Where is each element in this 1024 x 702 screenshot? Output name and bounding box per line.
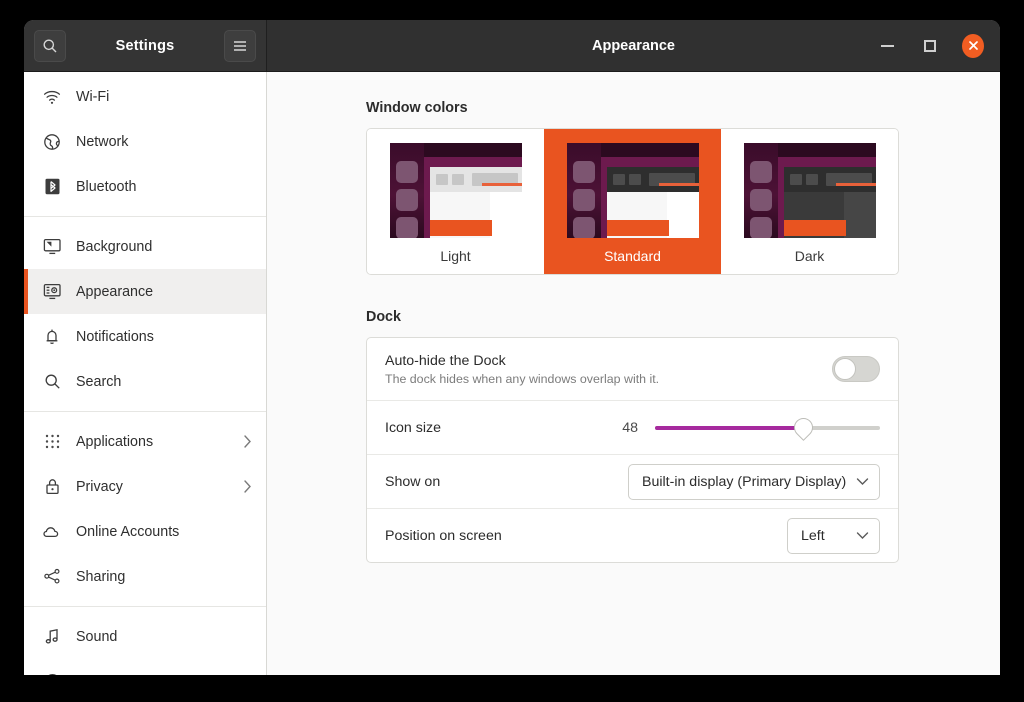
sidebar-item-label: Online Accounts xyxy=(76,524,252,540)
theme-preview-light xyxy=(390,143,522,238)
theme-preview-standard xyxy=(567,143,699,238)
icon-size-slider[interactable] xyxy=(655,417,880,439)
theme-option-dark[interactable]: Dark xyxy=(721,129,898,274)
sidebar-item-bluetooth[interactable]: Bluetooth xyxy=(24,164,266,209)
sidebar-separator xyxy=(24,606,266,607)
row-icon-size: Icon size 48 xyxy=(367,400,898,454)
power-icon xyxy=(42,672,62,676)
theme-label: Dark xyxy=(795,248,825,264)
row-position-on-screen: Position on screen Left xyxy=(367,508,898,562)
music-note-icon xyxy=(42,627,62,647)
theme-label: Light xyxy=(440,248,470,264)
sidebar-item-wifi[interactable]: Wi-Fi xyxy=(24,74,266,119)
theme-options: Light xyxy=(367,129,898,274)
cloud-icon xyxy=(42,522,62,542)
sidebar-item-sharing[interactable]: Sharing xyxy=(24,554,266,599)
window-body: Wi-Fi Network xyxy=(24,72,1000,675)
theme-option-standard[interactable]: Standard xyxy=(544,129,721,274)
sidebar-item-label: Power xyxy=(76,674,252,676)
position-value: Left xyxy=(801,528,825,544)
titlebar-main-section: Appearance xyxy=(267,20,1000,71)
sidebar-item-label: Wi-Fi xyxy=(76,89,252,105)
grid-apps-icon xyxy=(42,432,62,452)
show-on-value: Built-in display (Primary Display) xyxy=(642,474,846,490)
sidebar: Wi-Fi Network xyxy=(24,72,267,675)
sidebar-item-label: Appearance xyxy=(76,284,252,300)
chevron-right-icon xyxy=(243,479,252,494)
sidebar-item-applications[interactable]: Applications xyxy=(24,419,266,464)
sidebar-separator xyxy=(24,411,266,412)
appearance-monitor-icon xyxy=(42,282,62,302)
window-colors-panel: Light xyxy=(366,128,899,275)
auto-hide-description: The dock hides when any windows overlap … xyxy=(385,372,832,386)
row-show-on: Show on Built-in display (Primary Displa… xyxy=(367,454,898,508)
minimize-button[interactable] xyxy=(876,35,898,57)
sidebar-item-notifications[interactable]: Notifications xyxy=(24,314,266,359)
maximize-button[interactable] xyxy=(919,35,941,57)
close-icon xyxy=(962,34,984,58)
theme-option-light[interactable]: Light xyxy=(367,129,544,274)
sidebar-item-label: Sharing xyxy=(76,569,252,585)
sidebar-item-background[interactable]: Background xyxy=(24,224,266,269)
sidebar-item-privacy[interactable]: Privacy xyxy=(24,464,266,509)
bluetooth-icon xyxy=(42,177,62,197)
hamburger-menu-icon xyxy=(232,39,248,53)
globe-icon xyxy=(42,132,62,152)
row-auto-hide-dock: Auto-hide the Dock The dock hides when a… xyxy=(367,338,898,400)
close-button[interactable] xyxy=(962,35,984,57)
window-controls xyxy=(876,35,984,57)
dock-heading: Dock xyxy=(366,309,899,325)
sidebar-item-label: Network xyxy=(76,134,252,150)
sidebar-item-appearance[interactable]: Appearance xyxy=(24,269,266,314)
position-dropdown[interactable]: Left xyxy=(787,518,880,554)
sidebar-item-label: Search xyxy=(76,374,252,390)
search-button[interactable] xyxy=(34,30,66,62)
search-icon xyxy=(42,38,58,54)
sidebar-item-label: Notifications xyxy=(76,329,252,345)
lock-icon xyxy=(42,477,62,497)
titlebar: Settings Appearance xyxy=(24,20,1000,72)
content-area: Window colors xyxy=(267,72,1000,675)
background-monitor-icon xyxy=(42,237,62,257)
wifi-icon xyxy=(42,87,62,107)
minimize-icon xyxy=(881,45,894,47)
theme-preview-dark xyxy=(744,143,876,238)
maximize-icon xyxy=(924,40,936,52)
show-on-dropdown[interactable]: Built-in display (Primary Display) xyxy=(628,464,880,500)
settings-window: Settings Appearance xyxy=(24,20,1000,675)
chevron-right-icon xyxy=(243,434,252,449)
sidebar-item-label: Applications xyxy=(76,434,243,450)
sidebar-title: Settings xyxy=(66,38,224,54)
sidebar-item-power[interactable]: Power xyxy=(24,659,266,675)
icon-size-label: Icon size xyxy=(385,420,441,436)
dock-panel: Auto-hide the Dock The dock hides when a… xyxy=(366,337,899,563)
sidebar-item-online-accounts[interactable]: Online Accounts xyxy=(24,509,266,554)
position-label: Position on screen xyxy=(385,528,502,544)
bell-icon xyxy=(42,327,62,347)
sidebar-item-label: Bluetooth xyxy=(76,179,252,195)
sidebar-item-network[interactable]: Network xyxy=(24,119,266,164)
auto-hide-label: Auto-hide the Dock xyxy=(385,353,832,369)
menu-button[interactable] xyxy=(224,30,256,62)
sidebar-separator xyxy=(24,216,266,217)
sidebar-item-search[interactable]: Search xyxy=(24,359,266,404)
sidebar-item-label: Sound xyxy=(76,629,252,645)
sidebar-item-sound[interactable]: Sound xyxy=(24,614,266,659)
titlebar-sidebar-section: Settings xyxy=(24,20,267,71)
window-colors-heading: Window colors xyxy=(366,100,899,116)
slider-handle[interactable] xyxy=(790,414,817,441)
chevron-down-icon xyxy=(856,531,869,540)
auto-hide-toggle[interactable] xyxy=(832,356,880,382)
share-nodes-icon xyxy=(42,567,62,587)
toggle-knob xyxy=(834,358,856,380)
chevron-down-icon xyxy=(856,477,869,486)
icon-size-value: 48 xyxy=(622,420,638,436)
search-icon xyxy=(42,372,62,392)
sidebar-item-label: Privacy xyxy=(76,479,243,495)
sidebar-item-label: Background xyxy=(76,239,252,255)
theme-label: Standard xyxy=(604,248,661,264)
show-on-label: Show on xyxy=(385,474,440,490)
slider-fill xyxy=(655,426,804,430)
